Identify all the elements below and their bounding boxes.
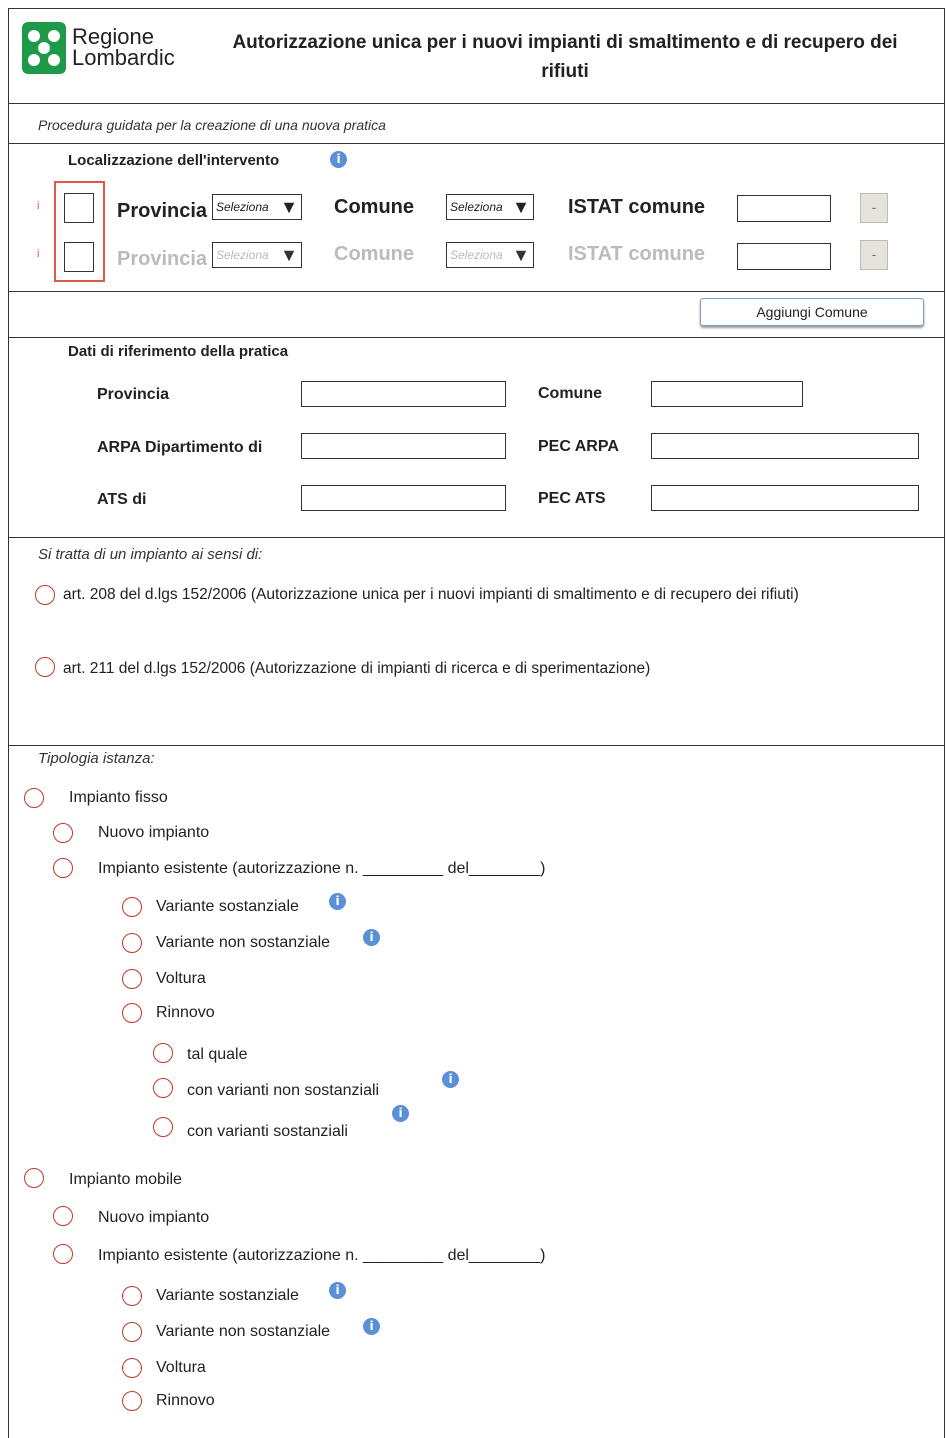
rinnovo-radio[interactable] xyxy=(122,1003,142,1023)
variante-sostanziale-label: Variante sostanziale xyxy=(156,898,299,915)
variante-non-sostanziale-radio[interactable] xyxy=(122,933,142,953)
divider xyxy=(8,337,945,338)
nuovo-impianto-label: Nuovo impianto xyxy=(98,824,210,841)
variante-non-sostanziale-label: Variante non sostanziale xyxy=(156,1323,331,1340)
row-marker: i xyxy=(37,248,40,260)
regione-lombardia-logo-icon xyxy=(22,22,66,74)
istat-input[interactable] xyxy=(737,243,831,270)
remove-row-button[interactable]: - xyxy=(860,240,888,270)
page-title: Autorizzazione unica per i nuovi impiant… xyxy=(232,32,898,82)
info-icon[interactable]: i xyxy=(330,151,347,168)
comune-select[interactable]: Seleziona ▼ xyxy=(446,194,534,220)
impianto-esistente-radio[interactable] xyxy=(53,1244,73,1264)
comune-select[interactable]: Seleziona ▼ xyxy=(446,242,534,268)
art-208-label: art. 208 del d.lgs 152/2006 (Autorizzazi… xyxy=(63,586,799,603)
localizzazione-heading: Localizzazione dell'intervento xyxy=(68,152,280,169)
dropdown-arrow-icon: ▼ xyxy=(512,197,530,217)
add-comune-button[interactable]: Aggiungi Comune xyxy=(700,298,924,326)
impianto-heading: Si tratta di un impianto ai sensi di: xyxy=(38,546,263,563)
dropdown-arrow-icon: ▼ xyxy=(280,245,298,265)
comune-field[interactable] xyxy=(651,381,803,407)
info-icon[interactable]: i xyxy=(363,1318,380,1335)
riferimento-heading: Dati di riferimento della pratica xyxy=(68,343,289,360)
logo-text-line2: Lombardic xyxy=(72,45,175,70)
impianto-fisso-radio[interactable] xyxy=(24,788,44,808)
con-varianti-sostanziali-label: con varianti sostanziali xyxy=(187,1123,348,1140)
istat-label: ISTAT comune xyxy=(568,196,706,218)
nuovo-impianto-radio[interactable] xyxy=(53,823,73,843)
impianto-fisso-label: Impianto fisso xyxy=(69,789,168,806)
rinnovo-radio[interactable] xyxy=(122,1391,142,1411)
provincia-select[interactable]: Seleziona ▼ xyxy=(212,194,302,220)
impianto-mobile-radio[interactable] xyxy=(24,1168,44,1188)
info-icon[interactable]: i xyxy=(329,893,346,910)
art-208-radio[interactable] xyxy=(35,585,55,605)
rinnovo-label: Rinnovo xyxy=(156,1004,215,1021)
row-checkbox[interactable] xyxy=(64,193,94,223)
variante-sostanziale-label: Variante sostanziale xyxy=(156,1287,299,1304)
nuovo-impianto-label: Nuovo impianto xyxy=(98,1209,210,1226)
tal-quale-radio[interactable] xyxy=(153,1043,173,1063)
dropdown-arrow-icon: ▼ xyxy=(512,245,530,265)
rinnovo-label: Rinnovo xyxy=(156,1392,215,1409)
pec-arpa-field[interactable] xyxy=(651,433,919,459)
info-icon[interactable]: i xyxy=(392,1105,409,1122)
ats-label: ATS di xyxy=(97,491,147,508)
comune-label: Comune xyxy=(334,196,414,218)
art-211-radio[interactable] xyxy=(35,657,55,677)
divider xyxy=(8,291,945,292)
voltura-label: Voltura xyxy=(156,1359,206,1376)
provincia-label: Provincia xyxy=(117,200,208,222)
info-icon[interactable]: i xyxy=(329,1282,346,1299)
impianto-esistente-label: Impianto esistente (autorizzazione n. __… xyxy=(98,860,546,877)
istat-label: ISTAT comune xyxy=(568,243,706,265)
pec-ats-field[interactable] xyxy=(651,485,919,511)
provincia-field[interactable] xyxy=(301,381,506,407)
remove-row-button[interactable]: - xyxy=(860,193,888,223)
pec-arpa-label: PEC ARPA xyxy=(538,438,619,455)
variante-sostanziale-radio[interactable] xyxy=(122,1286,142,1306)
comune-label: Comune xyxy=(538,385,602,402)
divider xyxy=(8,745,945,746)
divider xyxy=(8,103,945,104)
divider xyxy=(8,143,945,144)
con-varianti-non-sostanziali-radio[interactable] xyxy=(153,1078,173,1098)
comune-label: Comune xyxy=(334,243,414,265)
provincia-label: Provincia xyxy=(117,248,208,270)
impianto-mobile-label: Impianto mobile xyxy=(69,1171,182,1188)
ats-field[interactable] xyxy=(301,485,506,511)
row-checkbox[interactable] xyxy=(64,242,94,272)
info-icon[interactable]: i xyxy=(363,929,380,946)
voltura-label: Voltura xyxy=(156,970,206,987)
subtitle: Procedura guidata per la creazione di un… xyxy=(38,117,386,133)
dropdown-arrow-icon: ▼ xyxy=(280,197,298,217)
nuovo-impianto-radio[interactable] xyxy=(53,1206,73,1226)
pec-ats-label: PEC ATS xyxy=(538,490,606,507)
con-varianti-sostanziali-radio[interactable] xyxy=(153,1117,173,1137)
arpa-field[interactable] xyxy=(301,433,506,459)
variante-sostanziale-radio[interactable] xyxy=(122,897,142,917)
logo-text-line1: Regione xyxy=(72,24,154,49)
con-varianti-non-sostanziali-label: con varianti non sostanziali xyxy=(187,1082,380,1099)
variante-non-sostanziale-label: Variante non sostanziale xyxy=(156,934,331,951)
provincia-label: Provincia xyxy=(97,386,170,403)
arpa-label: ARPA Dipartimento di xyxy=(97,439,263,456)
impianto-esistente-label: Impianto esistente (autorizzazione n. __… xyxy=(98,1247,546,1264)
impianto-esistente-radio[interactable] xyxy=(53,858,73,878)
art-211-label: art. 211 del d.lgs 152/2006 (Autorizzazi… xyxy=(63,660,651,677)
provincia-select[interactable]: Seleziona ▼ xyxy=(212,242,302,268)
tipologia-heading: Tipologia istanza: xyxy=(38,750,155,767)
info-icon[interactable]: i xyxy=(442,1071,459,1088)
divider xyxy=(8,537,945,538)
variante-non-sostanziale-radio[interactable] xyxy=(122,1322,142,1342)
row-marker: i xyxy=(37,200,40,212)
voltura-radio[interactable] xyxy=(122,969,142,989)
istat-input[interactable] xyxy=(737,195,831,222)
voltura-radio[interactable] xyxy=(122,1358,142,1378)
tal-quale-label: tal quale xyxy=(187,1046,248,1063)
